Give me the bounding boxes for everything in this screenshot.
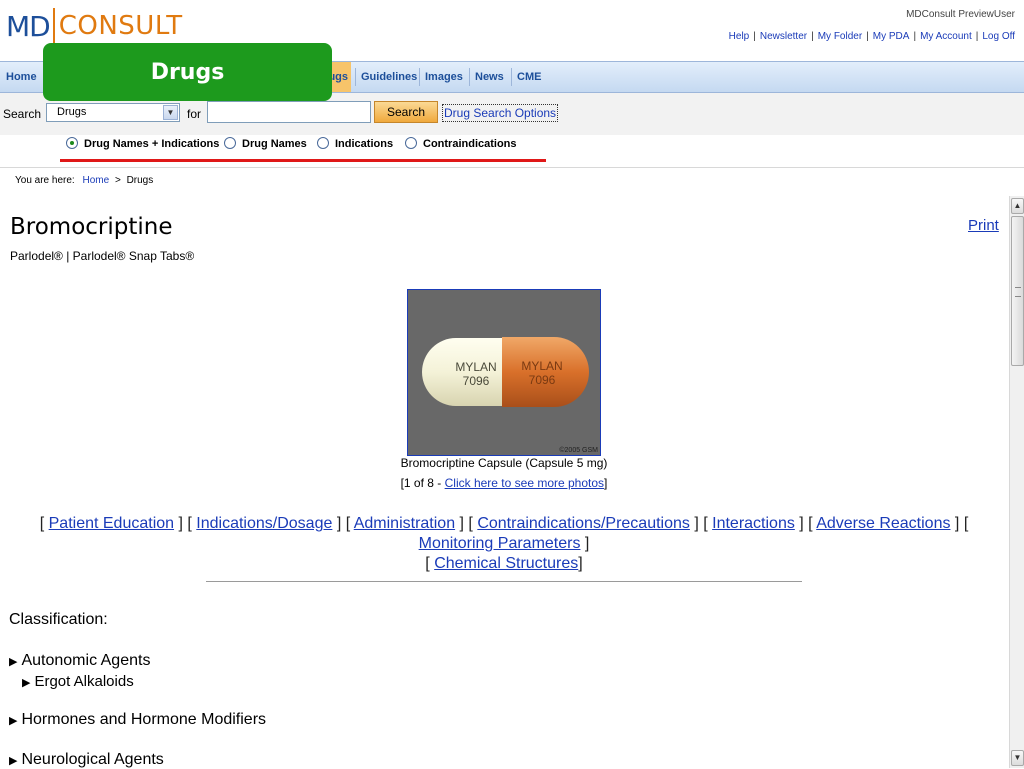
my-account-link[interactable]: My Account <box>920 31 972 42</box>
search-scope-value: Drugs <box>57 106 87 118</box>
radio-unchecked-icon <box>405 137 417 149</box>
classification-sublabel: Ergot Alkaloids <box>34 673 134 690</box>
chevron-down-icon[interactable]: ▼ <box>163 105 178 120</box>
triangle-right-icon: ▶ <box>9 656 18 668</box>
md-consult-logo[interactable]: MD CONSULT <box>6 8 183 44</box>
search-button[interactable]: Search <box>374 101 438 123</box>
radio-drug-names-indications[interactable]: Drug Names + Indications <box>66 137 219 150</box>
classification-item[interactable]: ▶ Autonomic Agents <box>9 652 150 670</box>
interactions-link[interactable]: Interactions <box>712 515 795 532</box>
grip-icon <box>1015 287 1021 297</box>
print-link[interactable]: Print <box>968 217 999 234</box>
radio-label: Drug Names + Indications <box>84 138 220 150</box>
radio-label: Contraindications <box>423 138 517 150</box>
drug-photo[interactable]: MYLAN 7096 MYLAN 7096 ©2005 GSM <box>407 289 601 456</box>
logo-consult-text: CONSULT <box>58 11 183 41</box>
nav-divider <box>419 68 420 86</box>
photo-count: [1 of 8 - Click here to see more photos] <box>0 476 1008 490</box>
radio-contraindications[interactable]: Contraindications <box>405 137 517 150</box>
breadcrumb-prefix: You are here: <box>15 175 75 186</box>
link-separator: | <box>866 31 869 42</box>
capsule-imprint-left-1: MYLAN <box>455 360 496 374</box>
breadcrumb: You are here: Home > Drugs <box>15 175 153 186</box>
utility-links: Help | Newsletter | My Folder | My PDA | My Acco… <box>729 31 1015 42</box>
classification-label: Neurological Agents <box>21 751 164 768</box>
log-off-link[interactable]: Log Off <box>982 31 1015 42</box>
nav-guidelines[interactable]: Guidelines <box>357 62 421 92</box>
adverse-reactions-link[interactable]: Adverse Reactions <box>816 515 950 532</box>
triangle-right-icon: ▶ <box>22 677 31 689</box>
section-links: [ Patient Education ] [ Indications/Dosa… <box>39 515 969 572</box>
brand-names: Parlodel® | Parlodel® Snap Tabs® <box>10 249 195 263</box>
page-title: Bromocriptine <box>10 214 173 240</box>
scrollbar-thumb[interactable] <box>1011 216 1024 366</box>
search-input[interactable] <box>207 101 371 123</box>
nav-news[interactable]: News <box>471 62 508 92</box>
my-pda-link[interactable]: My PDA <box>873 31 910 42</box>
divider <box>0 167 1024 168</box>
radio-drug-names[interactable]: Drug Names <box>224 137 307 150</box>
my-folder-link[interactable]: My Folder <box>818 31 862 42</box>
capsule-image: MYLAN 7096 MYLAN 7096 <box>422 337 589 407</box>
classification-item[interactable]: ▶ Neurological Agents <box>9 751 164 769</box>
breadcrumb-current: Drugs <box>126 175 154 186</box>
capsule-imprint-right-2: 7096 <box>529 373 556 387</box>
logo-divider <box>52 8 55 44</box>
radio-label: Drug Names <box>242 138 307 150</box>
classification-subitem[interactable]: ▶ Ergot Alkaloids <box>22 673 134 690</box>
search-label: Search <box>3 107 42 121</box>
capsule-imprint-right-1: MYLAN <box>521 359 562 373</box>
administration-link[interactable]: Administration <box>354 515 455 532</box>
logo-md-text: MD <box>6 9 51 43</box>
newsletter-link[interactable]: Newsletter <box>760 31 807 42</box>
patient-education-link[interactable]: Patient Education <box>49 515 174 532</box>
photo-count-text: [1 of 8 - <box>400 476 445 490</box>
photo-caption: Bromocriptine Capsule (Capsule 5 mg) <box>400 456 608 470</box>
classification-heading: Classification: <box>9 611 108 628</box>
link-separator: | <box>811 31 814 42</box>
radio-indications[interactable]: Indications <box>317 137 393 150</box>
nav-divider <box>511 68 512 86</box>
triangle-right-icon: ▶ <box>9 755 18 767</box>
scroll-down-icon[interactable]: ▼ <box>1011 750 1024 766</box>
capsule-imprint-left-2: 7096 <box>463 374 490 388</box>
classification-item[interactable]: ▶ Hormones and Hormone Modifiers <box>9 711 266 729</box>
nav-cme[interactable]: CME <box>513 62 545 92</box>
highlight-underline <box>60 159 546 162</box>
radio-checked-icon <box>66 137 78 149</box>
more-photos-link[interactable]: Click here to see more photos <box>445 476 604 490</box>
help-link[interactable]: Help <box>729 31 750 42</box>
divider <box>206 581 802 582</box>
scroll-up-icon[interactable]: ▲ <box>1011 198 1024 214</box>
radio-label: Indications <box>335 138 394 150</box>
triangle-right-icon: ▶ <box>9 715 18 727</box>
vertical-scrollbar[interactable]: ▲ ▼ <box>1009 196 1024 768</box>
link-separator: | <box>913 31 917 42</box>
contraindications-precautions-link[interactable]: Contraindications/Precautions <box>477 515 690 532</box>
radio-unchecked-icon <box>224 137 236 149</box>
nav-home[interactable]: Home <box>2 62 41 92</box>
drug-search-options-link[interactable]: Drug Search Options <box>442 104 559 122</box>
current-user: MDConsult PreviewUser <box>906 9 1015 20</box>
breadcrumb-separator: > <box>114 175 121 186</box>
classification-label: Hormones and Hormone Modifiers <box>21 711 267 728</box>
nav-divider <box>469 68 470 86</box>
photo-count-end: ] <box>604 476 608 490</box>
link-separator: | <box>753 31 756 42</box>
classification-label: Autonomic Agents <box>21 652 151 669</box>
radio-unchecked-icon <box>317 137 329 149</box>
breadcrumb-home-link[interactable]: Home <box>82 175 109 186</box>
link-separator: | <box>975 31 979 42</box>
search-scope-select[interactable]: Drugs ▼ <box>46 103 180 122</box>
for-label: for <box>187 107 202 121</box>
photo-copyright: ©2005 GSM <box>559 447 598 454</box>
monitoring-parameters-link[interactable]: Monitoring Parameters <box>419 535 581 552</box>
drugs-callout: Drugs <box>43 43 332 101</box>
indications-dosage-link[interactable]: Indications/Dosage <box>196 515 332 532</box>
nav-images[interactable]: Images <box>421 62 467 92</box>
chemical-structures-link[interactable]: Chemical Structures <box>434 555 578 572</box>
nav-divider <box>355 68 356 86</box>
